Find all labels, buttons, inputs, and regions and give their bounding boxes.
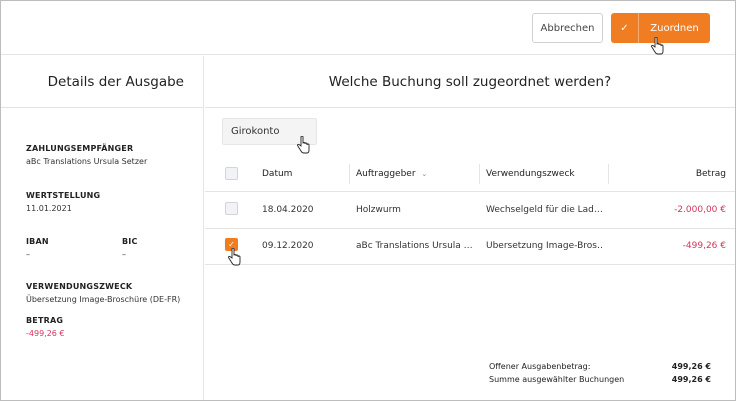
open-amount-value: 499,26 € — [671, 362, 711, 371]
iban-field: IBAN – — [26, 237, 49, 259]
header-date[interactable]: Datum — [262, 169, 292, 179]
row-payer: Holzwurm — [356, 205, 401, 215]
column-divider — [608, 164, 609, 184]
selected-sum-label: Summe ausgewählter Buchungen — [489, 375, 625, 384]
assign-button[interactable]: ✓ Zuordnen — [611, 13, 710, 43]
header-payer[interactable]: Auftraggeber ⌄ — [356, 169, 427, 179]
booking-selection-panel: Welche Buchung soll zugeordnet werden? G… — [205, 56, 735, 400]
row-purpose: Wechselgeld für die Lad… — [486, 205, 603, 215]
purpose-field: VERWENDUNGSZWECK Übersetzung Image-Brosc… — [26, 282, 181, 304]
selected-sum-value: 499,26 € — [671, 375, 711, 384]
select-all-checkbox[interactable] — [225, 167, 238, 180]
expense-details-title: Details der Ausgabe — [1, 56, 204, 108]
chevron-down-icon: ⌄ — [421, 170, 428, 178]
row-checkbox[interactable]: ✓ — [225, 238, 238, 251]
header-amount[interactable]: Betrag — [696, 169, 726, 179]
expense-details-panel: Details der Ausgabe ZAHLUNGSEMPFÄNGER aB… — [1, 56, 204, 400]
row-divider — [205, 264, 735, 265]
top-bar: Abbrechen ✓ Zuordnen — [1, 1, 735, 55]
cancel-button[interactable]: Abbrechen — [532, 13, 603, 43]
row-payer: aBc Translations Ursula … — [356, 241, 473, 251]
row-date: 18.04.2020 — [262, 205, 314, 215]
open-amount-label: Offener Ausgabenbetrag: — [489, 362, 591, 371]
column-divider — [349, 164, 350, 184]
assign-button-label: Zuordnen — [650, 22, 699, 34]
row-divider — [205, 228, 735, 229]
amount-field: BETRAG -499,26 € — [26, 316, 65, 338]
bic-field: BIC – — [122, 237, 138, 259]
account-select[interactable]: Girokonto — [222, 118, 317, 145]
row-amount: -2.000,00 € — [674, 205, 726, 215]
row-divider — [205, 191, 735, 192]
row-amount: -499,26 € — [682, 241, 726, 251]
header-purpose[interactable]: Verwendungszweck — [486, 169, 575, 179]
checkmark-icon: ✓ — [611, 13, 639, 43]
row-checkbox[interactable] — [225, 202, 238, 215]
row-purpose: Übersetzung Image-Bros… — [486, 241, 604, 251]
booking-selection-title: Welche Buchung soll zugeordnet werden? — [205, 56, 735, 108]
valuedate-field: WERTSTELLUNG 11.01.2021 — [26, 191, 101, 213]
assignment-dialog: Abbrechen ✓ Zuordnen Details der Ausgabe… — [0, 0, 736, 401]
payee-field: ZAHLUNGSEMPFÄNGER aBc Translations Ursul… — [26, 144, 148, 166]
row-date: 09.12.2020 — [262, 241, 314, 251]
header-payer-label: Auftraggeber — [356, 169, 416, 179]
column-divider — [479, 164, 480, 184]
